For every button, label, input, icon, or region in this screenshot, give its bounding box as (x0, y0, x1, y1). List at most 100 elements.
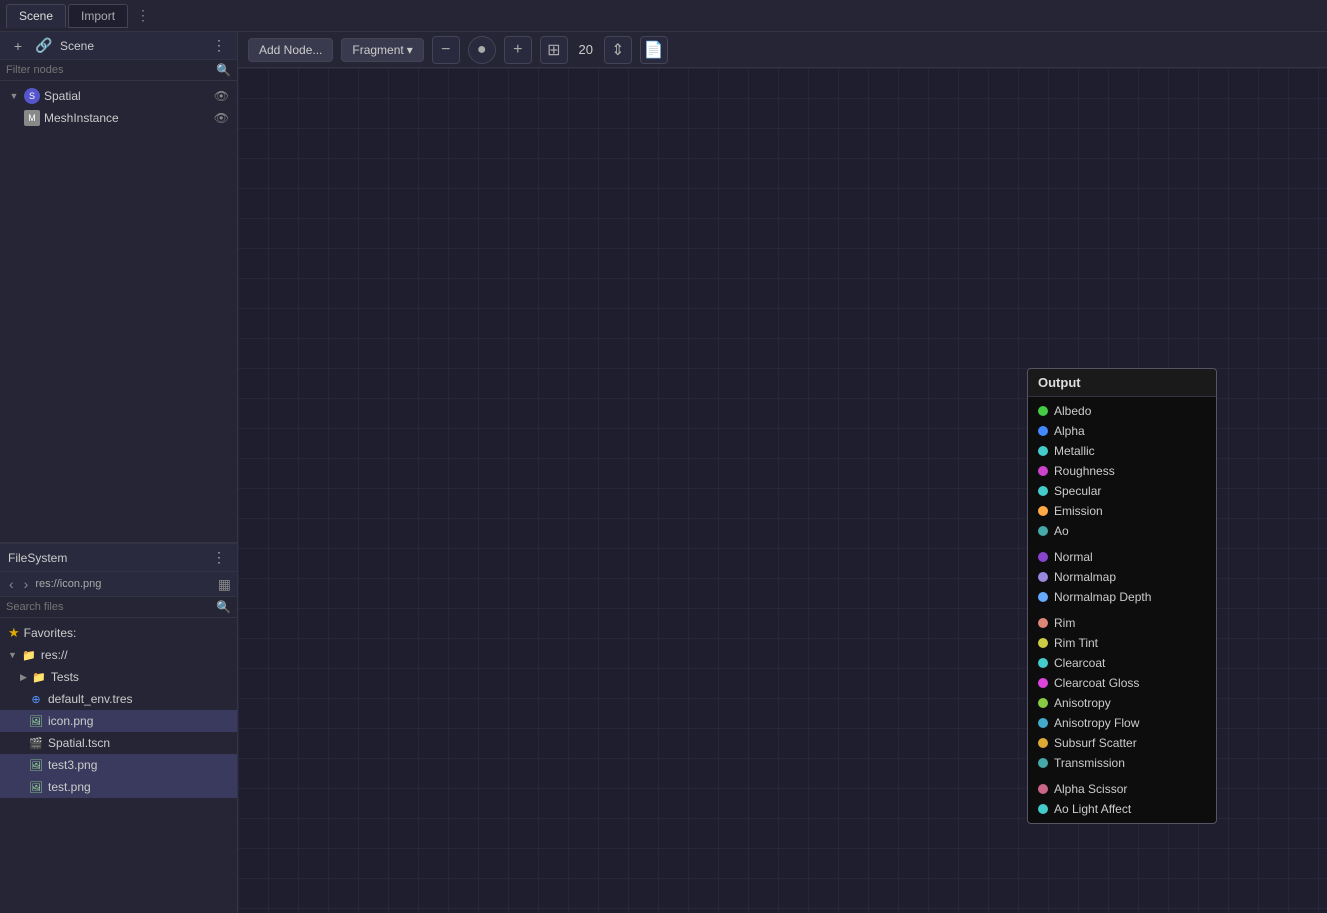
scene-panel-title: Scene (60, 39, 94, 53)
favorites-star-icon: ★ (8, 625, 20, 641)
zoom-in-button[interactable]: + (504, 36, 532, 64)
output-row-clearcoat-gloss[interactable]: Clearcoat Gloss (1028, 673, 1216, 693)
fs-item-test3-png[interactable]: 🖼 test3.png (0, 754, 237, 776)
zoom-out-button[interactable]: − (432, 36, 460, 64)
fs-panel-title: FileSystem (8, 551, 67, 565)
output-label-normalmap-depth: Normalmap Depth (1054, 590, 1151, 604)
fs-nav-back[interactable]: ‹ (6, 575, 17, 593)
scene-add-button[interactable]: + (8, 36, 28, 56)
output-row-roughness[interactable]: Roughness (1028, 461, 1216, 481)
scene-filter-bar: 🔍 (0, 60, 237, 81)
spatial-tscn-label: Spatial.tscn (48, 736, 229, 750)
filter-nodes-input[interactable] (6, 64, 212, 76)
shader-type-dropdown[interactable]: Fragment ▾ (341, 38, 423, 62)
fs-item-res[interactable]: ▼ 📁 res:// (0, 644, 237, 666)
icon-png-icon: 🖼 (28, 713, 44, 729)
tests-label: Tests (51, 670, 229, 684)
output-row-rim-tint[interactable]: Rim Tint (1028, 633, 1216, 653)
fs-search-icon: 🔍 (216, 600, 231, 614)
dot-anisotropy (1038, 698, 1048, 708)
dot-albedo (1038, 406, 1048, 416)
zoom-circle-button[interactable]: ● (468, 36, 496, 64)
output-row-normalmap[interactable]: Normalmap (1028, 567, 1216, 587)
output-row-rim[interactable]: Rim (1028, 613, 1216, 633)
output-label-albedo: Albedo (1054, 404, 1091, 418)
scene-link-button[interactable]: 🔗 (34, 36, 54, 56)
mesh-icon: M (24, 110, 40, 126)
filter-search-icon: 🔍 (216, 63, 231, 77)
tres-icon: ⊕ (28, 691, 44, 707)
output-row-ao[interactable]: Ao (1028, 521, 1216, 541)
mesh-visibility-icon[interactable]: 👁 (214, 111, 229, 125)
add-node-button[interactable]: Add Node... (248, 38, 333, 62)
left-panel: + 🔗 Scene ⋮ 🔍 ▼ S Spatial 👁 (0, 32, 238, 913)
fs-tree: ★ Favorites: ▼ 📁 res:// ▶ 📁 Tests ⊕ (0, 618, 237, 913)
output-row-alpha-scissor[interactable]: Alpha Scissor (1028, 779, 1216, 799)
arrows-button[interactable]: ⇕ (604, 36, 632, 64)
fs-nav-forward[interactable]: › (21, 575, 32, 593)
dot-transmission (1038, 758, 1048, 768)
fs-path-bar: ‹ › res://icon.png ▦ (0, 572, 237, 597)
shader-type-label: Fragment (352, 43, 403, 57)
output-row-anisotropy[interactable]: Anisotropy (1028, 693, 1216, 713)
fs-layout-button[interactable]: ▦ (218, 576, 231, 593)
filesystem-panel: FileSystem ⋮ ‹ › res://icon.png ▦ 🔍 ★ Fa… (0, 543, 237, 913)
grid-icon-button[interactable]: ⊞ (540, 36, 568, 64)
dot-rim-tint (1038, 638, 1048, 648)
output-row-metallic[interactable]: Metallic (1028, 441, 1216, 461)
scene-panel: + 🔗 Scene ⋮ 🔍 ▼ S Spatial 👁 (0, 32, 237, 543)
tab-scene[interactable]: Scene (6, 4, 66, 28)
fs-item-icon-png[interactable]: 🖼 icon.png (0, 710, 237, 732)
add-node-label: Add Node... (259, 43, 322, 57)
output-label-subsurf-scatter: Subsurf Scatter (1054, 736, 1137, 750)
file-button[interactable]: 📄 (640, 36, 668, 64)
fs-item-spatial-tscn[interactable]: 🎬 Spatial.tscn (0, 732, 237, 754)
canvas-area: Add Node... Fragment ▾ − ● + ⊞ 20 ⇕ 📄 Ou… (238, 32, 1327, 913)
dot-normalmap-depth (1038, 592, 1048, 602)
output-row-subsurf-scatter[interactable]: Subsurf Scatter (1028, 733, 1216, 753)
output-row-anisotropy-flow[interactable]: Anisotropy Flow (1028, 713, 1216, 733)
dot-clearcoat-gloss (1038, 678, 1048, 688)
output-row-clearcoat[interactable]: Clearcoat (1028, 653, 1216, 673)
tree-item-mesh[interactable]: M MeshInstance 👁 (0, 107, 237, 129)
output-label-specular: Specular (1054, 484, 1101, 498)
dropdown-arrow: ▾ (407, 43, 413, 57)
scene-more-button[interactable]: ⋮ (209, 36, 229, 56)
output-row-albedo[interactable]: Albedo (1028, 401, 1216, 421)
output-row-ao-light-affect[interactable]: Ao Light Affect (1028, 799, 1216, 819)
top-tab-bar: Scene Import ⋮ (0, 0, 1327, 32)
dot-roughness (1038, 466, 1048, 476)
grid-canvas[interactable]: Output AlbedoAlphaMetallicRoughnessSpecu… (238, 68, 1327, 913)
output-label-normal: Normal (1054, 550, 1093, 564)
tab-import[interactable]: Import (68, 4, 128, 28)
output-row-specular[interactable]: Specular (1028, 481, 1216, 501)
tests-expand-arrow[interactable]: ▶ (20, 672, 27, 683)
output-label-anisotropy: Anisotropy (1054, 696, 1111, 710)
output-row-transmission[interactable]: Transmission (1028, 753, 1216, 773)
icon-png-label: icon.png (48, 714, 229, 728)
res-expand-arrow[interactable]: ▼ (8, 650, 17, 660)
node-toolbar: Add Node... Fragment ▾ − ● + ⊞ 20 ⇕ 📄 (238, 32, 1327, 68)
tab-more-button[interactable]: ⋮ (130, 5, 156, 26)
dot-subsurf-scatter (1038, 738, 1048, 748)
fs-item-default-env[interactable]: ⊕ default_env.tres (0, 688, 237, 710)
spatial-expand-arrow[interactable]: ▼ (8, 90, 20, 102)
dot-rim (1038, 618, 1048, 628)
fs-more-button[interactable]: ⋮ (209, 548, 229, 568)
spatial-visibility-icon[interactable]: 👁 (214, 89, 229, 103)
output-row-emission[interactable]: Emission (1028, 501, 1216, 521)
output-label-ao: Ao (1054, 524, 1069, 538)
fs-item-tests[interactable]: ▶ 📁 Tests (0, 666, 237, 688)
output-label-clearcoat: Clearcoat (1054, 656, 1105, 670)
tree-item-spatial[interactable]: ▼ S Spatial 👁 (0, 85, 237, 107)
output-row-normalmap-depth[interactable]: Normalmap Depth (1028, 587, 1216, 607)
dot-clearcoat (1038, 658, 1048, 668)
output-row-alpha[interactable]: Alpha (1028, 421, 1216, 441)
main-layout: + 🔗 Scene ⋮ 🔍 ▼ S Spatial 👁 (0, 32, 1327, 913)
fs-item-test-png[interactable]: 🖼 test.png (0, 776, 237, 798)
test-png-label: test.png (48, 780, 229, 794)
output-row-normal[interactable]: Normal (1028, 547, 1216, 567)
test3-png-label: test3.png (48, 758, 229, 772)
output-node: Output AlbedoAlphaMetallicRoughnessSpecu… (1027, 368, 1217, 824)
search-files-input[interactable] (6, 601, 212, 613)
